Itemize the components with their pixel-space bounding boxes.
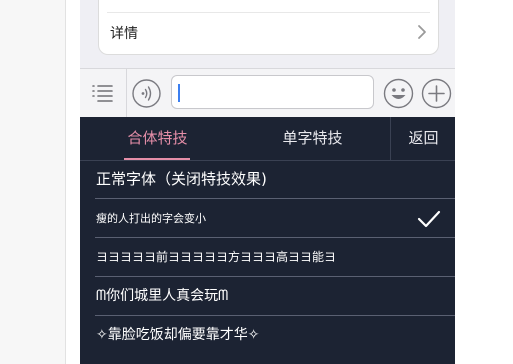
back-button[interactable]: 返回 bbox=[390, 117, 455, 160]
details-label: 详情 bbox=[110, 26, 138, 42]
phone-screen: 详情 合体特技 单字特技 返回 正常字体（关闭特技效果) 瘦的人打出的字会变小 … bbox=[80, 0, 455, 364]
tab-single-char-effects[interactable]: 单字特技 bbox=[235, 117, 390, 160]
list-menu-icon bbox=[92, 85, 113, 102]
font-option-talent[interactable]: ✧靠脸吃饭却偏要靠才华✧ bbox=[80, 316, 455, 355]
font-effects-panel: 合体特技 单字特技 返回 正常字体（关闭特技效果) 瘦的人打出的字会变小 ヨヨヨ… bbox=[80, 117, 455, 364]
font-option-label: ✧靠脸吃饭却偏要靠才华✧ bbox=[96, 327, 260, 343]
menu-toggle-button[interactable] bbox=[80, 69, 127, 118]
font-option-normal[interactable]: 正常字体（关闭特技效果) bbox=[80, 160, 455, 199]
right-gutter bbox=[455, 0, 513, 364]
font-option-label: ヨヨヨヨヨ前ヨヨヨヨヨ方ヨヨヨ高ヨヨ能ヨ bbox=[96, 250, 337, 264]
left-gutter bbox=[0, 0, 66, 364]
voice-icon[interactable] bbox=[132, 79, 161, 108]
chat-input-bar bbox=[80, 68, 455, 118]
text-caret bbox=[178, 84, 180, 102]
font-option-city[interactable]: ᗰ你们城里人真会玩ᗰ bbox=[80, 277, 455, 316]
details-row[interactable]: 详情 bbox=[99, 14, 438, 50]
chevron-right-icon bbox=[418, 25, 426, 39]
font-option-shrink[interactable]: 瘦的人打出的字会变小 bbox=[80, 199, 455, 238]
tab-combo-effects[interactable]: 合体特技 bbox=[80, 117, 235, 160]
font-option-label: 瘦的人打出的字会变小 bbox=[96, 212, 206, 225]
message-input[interactable] bbox=[171, 75, 374, 109]
font-panel-tabs: 合体特技 单字特技 返回 bbox=[80, 117, 455, 161]
emoji-icon[interactable] bbox=[383, 78, 414, 109]
checkmark-icon bbox=[417, 210, 441, 228]
font-option-label: ᗰ你们城里人真会玩ᗰ bbox=[96, 288, 229, 304]
card-divider bbox=[107, 12, 430, 13]
plus-icon[interactable] bbox=[421, 78, 452, 109]
font-option-label: 正常字体（关闭特技效果) bbox=[96, 170, 267, 188]
details-card: 详情 bbox=[98, 0, 439, 55]
font-option-forward[interactable]: ヨヨヨヨヨ前ヨヨヨヨヨ方ヨヨヨ高ヨヨ能ヨ bbox=[80, 238, 455, 277]
